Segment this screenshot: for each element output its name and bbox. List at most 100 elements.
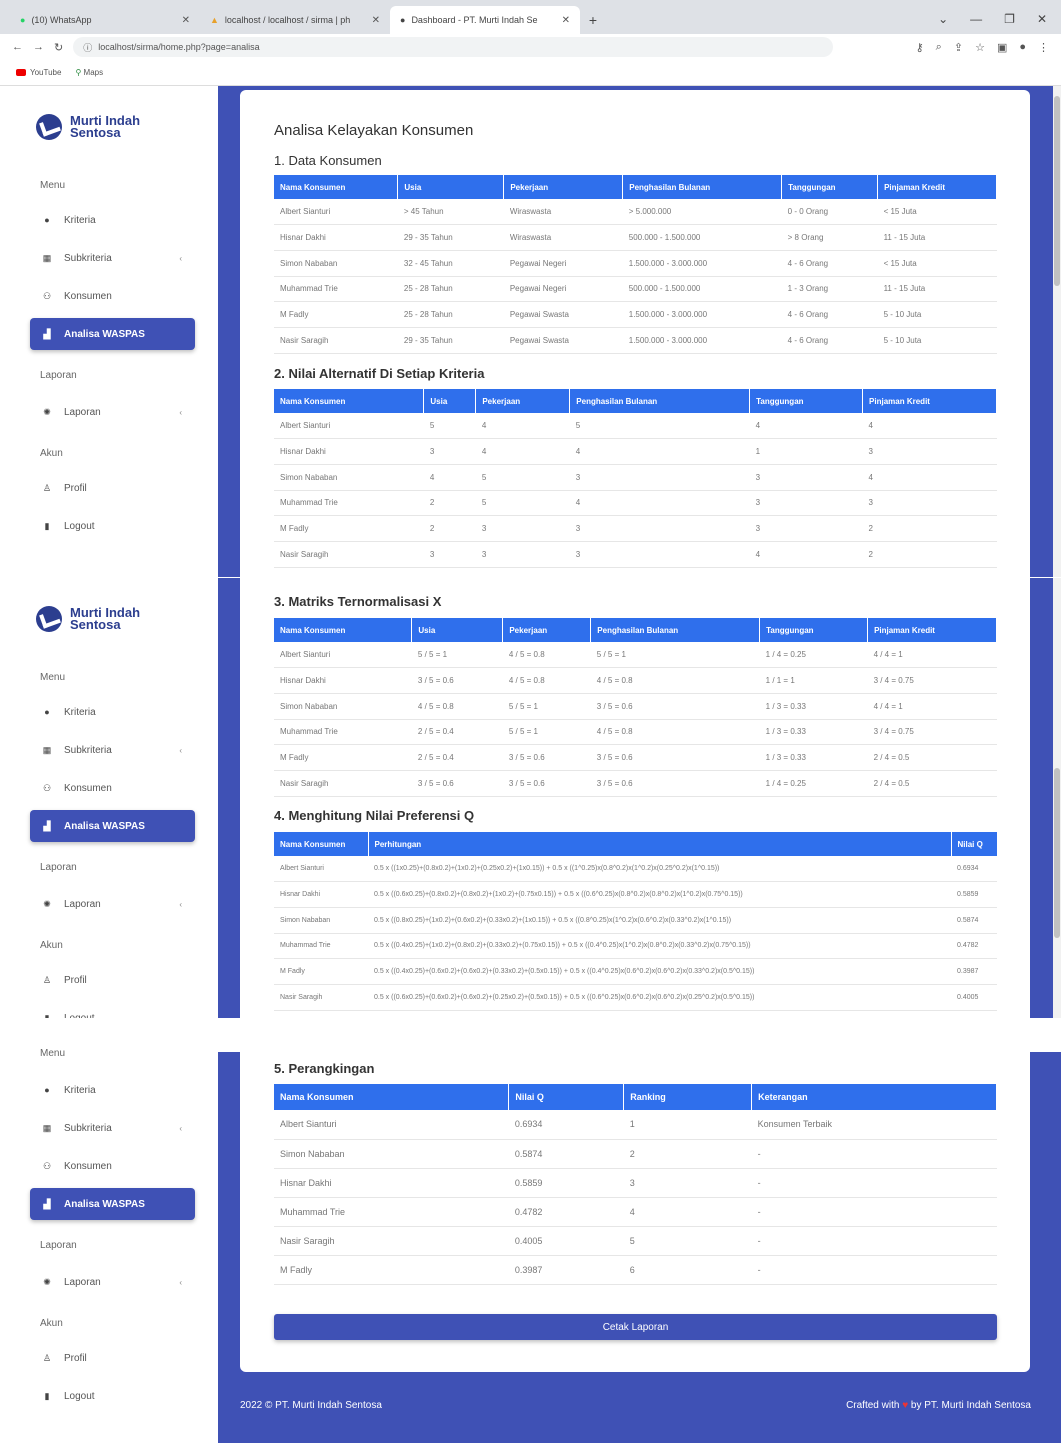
- sidebar-item-laporan[interactable]: ✺ Laporan ‹: [40, 890, 194, 918]
- scrollbar[interactable]: [1053, 578, 1061, 1018]
- maximize-icon[interactable]: ❐: [1004, 12, 1015, 26]
- address-bar[interactable]: ⓘ localhost/sirma/home.php?page=analisa: [73, 37, 834, 57]
- table-cell: < 15 Juta: [877, 199, 997, 226]
- sidebar-item-analisa-waspas[interactable]: ▟ Analisa WASPAS: [30, 810, 195, 842]
- sidebar-item-profil[interactable]: ♙ Profil: [40, 1344, 194, 1372]
- reload-icon[interactable]: ↻: [54, 41, 63, 54]
- table-icon: ▦: [42, 252, 52, 263]
- forward-icon[interactable]: →: [33, 41, 44, 53]
- table-cell: 5: [475, 464, 570, 491]
- column-header[interactable]: Tanggungan: [759, 618, 869, 642]
- key-icon[interactable]: ⚷: [916, 41, 924, 54]
- table-cell: 2: [623, 1139, 752, 1169]
- column-header[interactable]: Pekerjaan: [475, 389, 571, 413]
- table-cell: 3 / 5 = 0.6: [502, 744, 591, 771]
- close-icon[interactable]: ✕: [372, 15, 380, 26]
- table-cell: 2: [423, 515, 476, 542]
- table-row: Muhammad Trie 2 5 4 3 3: [274, 490, 997, 517]
- scrollbar-thumb[interactable]: [1054, 768, 1060, 938]
- column-header[interactable]: Nama Konsumen: [274, 1084, 510, 1110]
- sidebar-item-profil[interactable]: ♙ Profil: [40, 966, 194, 994]
- profile-icon[interactable]: ●: [1019, 41, 1026, 54]
- browser-tab[interactable]: ▲ localhost / localhost / sirma | ph ✕: [200, 6, 390, 34]
- sidebar-item-subkriteria[interactable]: ▦ Subkriteria ‹: [40, 1114, 194, 1142]
- sidebar-item-kriteria[interactable]: ● Kriteria: [40, 1076, 194, 1104]
- table-row: Muhammad Trie 25 - 28 Tahun Pegawai Negeri…: [274, 276, 997, 303]
- back-icon[interactable]: ←: [12, 41, 23, 53]
- sidebar-item-konsumen[interactable]: ⚇ Konsumen: [40, 774, 194, 802]
- table-cell: 0.4782: [951, 933, 997, 960]
- column-header[interactable]: Nama Konsumen: [274, 175, 399, 199]
- table-cell: 0.6934: [508, 1110, 624, 1140]
- kebab-menu-icon[interactable]: ⋮: [1038, 41, 1049, 54]
- column-header[interactable]: Nama Konsumen: [274, 389, 425, 413]
- table-row: M Fadly 2 / 5 = 0.4 3 / 5 = 0.6 3 / 5 = 0.6…: [274, 744, 997, 771]
- close-window-icon[interactable]: ✕: [1037, 12, 1047, 26]
- star-icon[interactable]: ☆: [975, 41, 985, 54]
- sidebar-item-kriteria[interactable]: ● Kriteria: [40, 206, 194, 234]
- sidebar-item-logout[interactable]: ▮ Logout: [40, 1004, 194, 1019]
- column-header[interactable]: Pinjaman Kredit: [867, 618, 997, 642]
- column-header[interactable]: Nama Konsumen: [274, 832, 369, 856]
- bookmark-maps[interactable]: ⚲ Maps: [75, 68, 103, 77]
- column-header[interactable]: Pinjaman Kredit: [862, 389, 997, 413]
- column-header[interactable]: Ranking: [623, 1084, 753, 1110]
- column-header[interactable]: Perhitungan: [368, 832, 952, 856]
- sidebar-item-subkriteria[interactable]: ▦ Subkriteria ‹: [40, 244, 194, 272]
- table-cell: 4 / 5 = 0.8: [590, 719, 760, 746]
- column-header[interactable]: Pinjaman Kredit: [877, 175, 997, 199]
- new-tab-button[interactable]: +: [580, 6, 606, 34]
- browser-tab-active[interactable]: ● Dashboard - PT. Murti Indah Se ✕: [390, 6, 580, 34]
- column-header[interactable]: Usia: [423, 389, 477, 413]
- column-header[interactable]: Keterangan: [751, 1084, 997, 1110]
- zoom-icon[interactable]: ⌕: [936, 41, 942, 54]
- sidebar-item-analisa-waspas[interactable]: ▟ Analisa WASPAS: [30, 318, 195, 350]
- dot-icon: ●: [44, 707, 50, 717]
- column-header[interactable]: Nilai Q: [508, 1084, 625, 1110]
- brand[interactable]: Murti Indah Sentosa: [36, 114, 140, 140]
- column-header[interactable]: Nilai Q: [951, 832, 998, 856]
- column-header[interactable]: Penghasilan Bulanan: [622, 175, 783, 199]
- close-icon[interactable]: ✕: [562, 15, 570, 26]
- tab-search-icon[interactable]: ⌄: [938, 12, 948, 26]
- sidebar-item-konsumen[interactable]: ⚇ Konsumen: [40, 1152, 194, 1180]
- scrollbar-thumb[interactable]: [1054, 96, 1060, 286]
- sidebar-item-kriteria[interactable]: ● Kriteria: [40, 698, 194, 726]
- sidebar-item-laporan[interactable]: ✺ Laporan ‹: [40, 398, 194, 426]
- table-cell: 5: [475, 490, 570, 517]
- sidebar-item-laporan[interactable]: ✺ Laporan ‹: [40, 1268, 194, 1296]
- bookmark-youtube[interactable]: YouTube: [16, 68, 61, 77]
- column-header[interactable]: Pekerjaan: [502, 618, 592, 642]
- sidepanel-icon[interactable]: ▣: [997, 41, 1007, 54]
- share-icon[interactable]: ⇪: [954, 41, 963, 54]
- column-header[interactable]: Penghasilan Bulanan: [590, 618, 761, 642]
- table-icon: ▦: [42, 1122, 52, 1133]
- table-row: Simon Nababan 0.5874 2-: [274, 1139, 997, 1169]
- close-icon[interactable]: ✕: [182, 15, 190, 26]
- table-cell: Pegawai Swasta: [503, 327, 623, 354]
- users-icon: ⚇: [42, 290, 52, 301]
- sidebar-item-profil[interactable]: ♙ Profil: [40, 474, 194, 502]
- sidebar-item-logout[interactable]: ▮ Logout: [40, 1382, 194, 1410]
- column-header[interactable]: Usia: [397, 175, 505, 199]
- table-cell: 3: [749, 490, 863, 517]
- table-row: Simon Nababan 4 / 5 = 0.8 5 / 5 = 13 / 5 =…: [274, 693, 997, 720]
- sidebar-item-konsumen[interactable]: ⚇ Konsumen: [40, 282, 194, 310]
- brand[interactable]: Murti Indah Sentosa: [36, 606, 140, 632]
- column-header[interactable]: Usia: [411, 618, 504, 642]
- browser-tab[interactable]: ● (10) WhatsApp ✕: [10, 6, 200, 34]
- table-cell: 5 - 10 Juta: [877, 327, 997, 354]
- column-header[interactable]: Pekerjaan: [503, 175, 624, 199]
- table-cell: 0.4005: [951, 984, 997, 1011]
- print-report-button[interactable]: Cetak Laporan: [274, 1314, 997, 1340]
- pma-icon: ▲: [210, 15, 219, 25]
- column-header[interactable]: Penghasilan Bulanan: [569, 389, 751, 413]
- column-header[interactable]: Nama Konsumen: [274, 618, 413, 642]
- minimize-icon[interactable]: —: [970, 12, 982, 26]
- column-header[interactable]: Tanggungan: [749, 389, 864, 413]
- sidebar-item-logout[interactable]: ▮ Logout: [40, 512, 194, 540]
- column-header[interactable]: Tanggungan: [781, 175, 879, 199]
- sidebar-item-subkriteria[interactable]: ▦ Subkriteria ‹: [40, 736, 194, 764]
- sidebar-item-analisa-waspas[interactable]: ▟ Analisa WASPAS: [30, 1188, 195, 1220]
- scrollbar[interactable]: [1053, 86, 1061, 577]
